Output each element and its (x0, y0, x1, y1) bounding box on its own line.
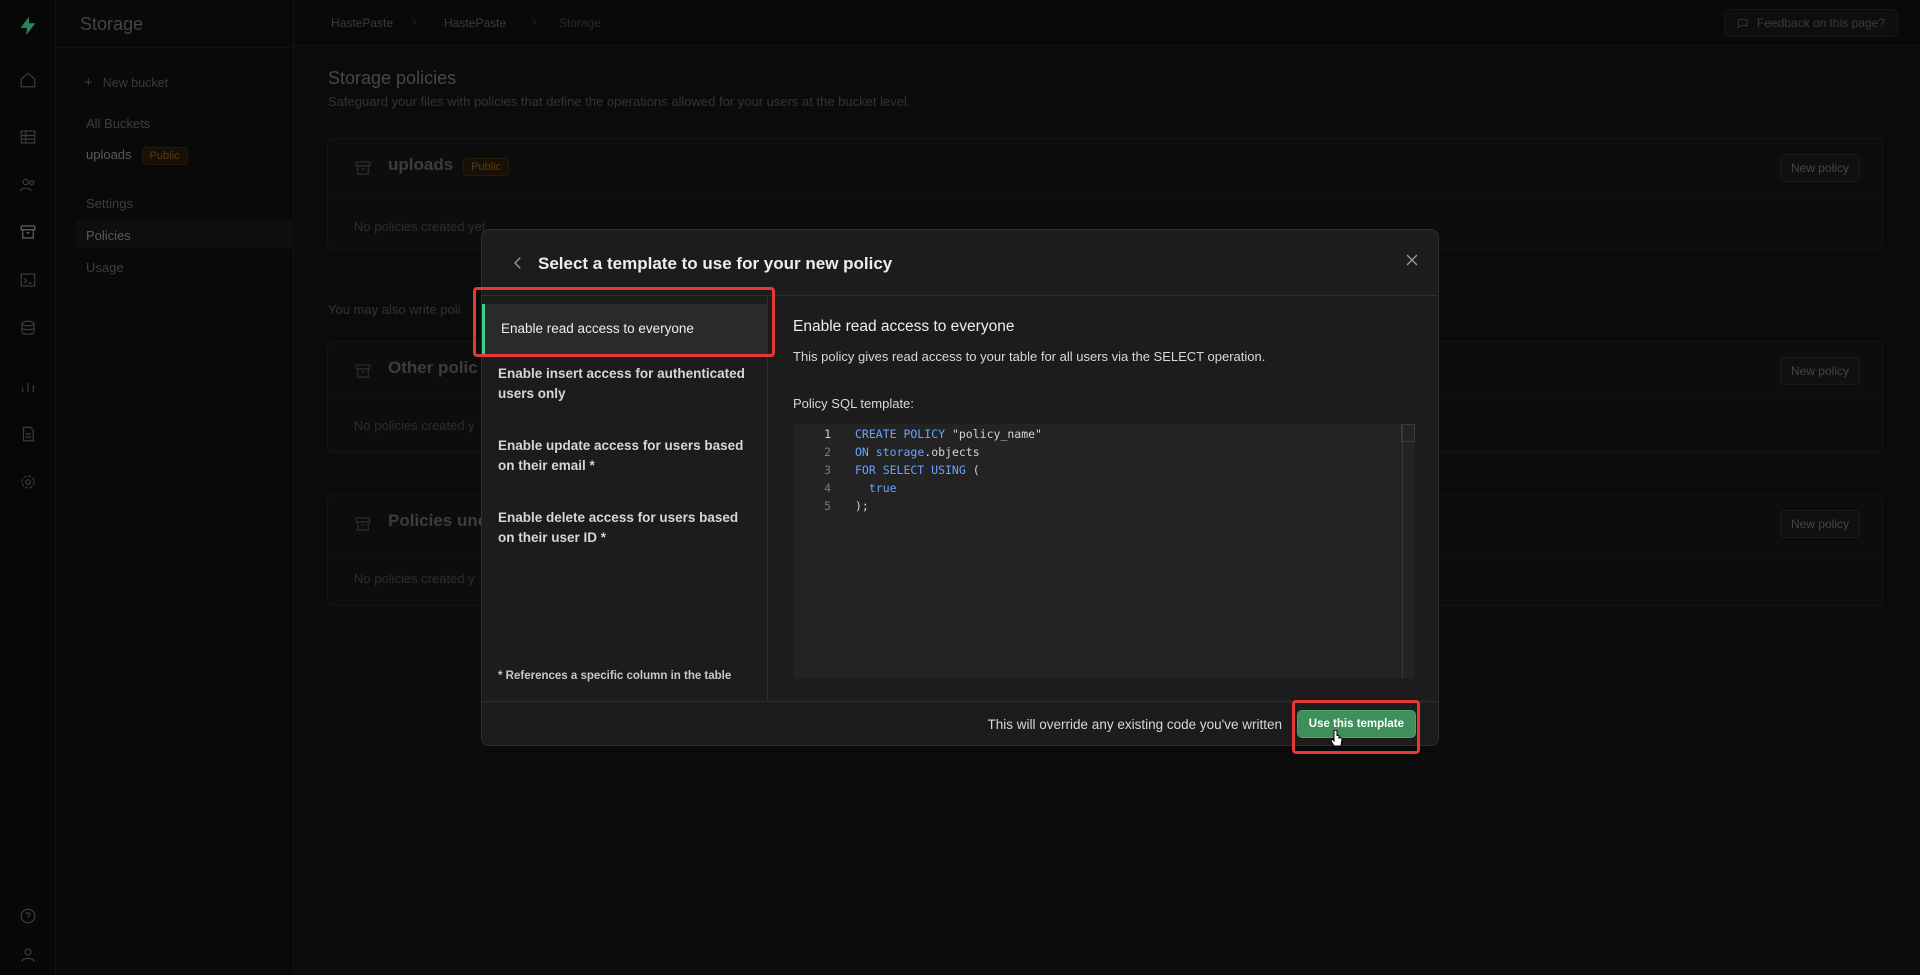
code-text: FOR SELECT USING ( (855, 463, 980, 477)
use-template-button[interactable]: Use this template (1296, 710, 1416, 738)
code-line: 4 true (793, 481, 1415, 499)
template-item-insert-authenticated[interactable]: Enable insert access for authenticated u… (482, 364, 768, 404)
modal-header: Select a template to use for your new po… (482, 230, 1438, 296)
code-line: 5 ); (793, 499, 1415, 517)
app-root: Storage + New bucket All Buckets uploads… (0, 0, 1920, 975)
modal-title: Select a template to use for your new po… (538, 254, 893, 273)
code-text: CREATE POLICY "policy_name" (855, 427, 1042, 441)
template-item-update-email[interactable]: Enable update access for users based on … (482, 436, 768, 476)
template-item-read-everyone[interactable]: Enable read access to everyone (482, 304, 768, 354)
template-footnote: * References a specific column in the ta… (498, 670, 732, 682)
code-line: 3 FOR SELECT USING ( (793, 463, 1415, 481)
template-modal: Select a template to use for your new po… (481, 229, 1439, 746)
close-icon[interactable] (1402, 250, 1422, 270)
detail-title: Enable read access to everyone (793, 318, 1015, 335)
template-item-delete-user-id[interactable]: Enable delete access for users based on … (482, 508, 768, 548)
line-number: 2 (824, 445, 831, 459)
code-line: 1 CREATE POLICY "policy_name" (793, 427, 1415, 445)
editor-scrollbar[interactable] (1402, 424, 1403, 678)
code-text: ); (855, 499, 869, 513)
modal-footer: This will override any existing code you… (482, 701, 1438, 745)
line-number: 5 (824, 499, 831, 513)
back-chevron-icon[interactable] (509, 254, 527, 272)
sql-template-label: Policy SQL template: (793, 396, 914, 411)
detail-description: This policy gives read access to your ta… (793, 349, 1266, 364)
code-line: 2 ON storage.objects (793, 445, 1415, 463)
mouse-pointer-icon (1330, 729, 1344, 748)
line-number: 1 (824, 427, 831, 441)
code-text: ON storage.objects (855, 445, 980, 459)
template-detail: Enable read access to everyone This poli… (769, 296, 1438, 701)
editor-minimap (1401, 424, 1415, 442)
template-list: Enable read access to everyone Enable in… (482, 296, 768, 701)
line-number: 4 (824, 481, 831, 495)
override-warning: This will override any existing code you… (987, 717, 1282, 732)
line-number: 3 (824, 463, 831, 477)
sql-code-editor[interactable]: 1 CREATE POLICY "policy_name" 2 ON stora… (793, 424, 1415, 678)
code-text: true (868, 481, 897, 495)
